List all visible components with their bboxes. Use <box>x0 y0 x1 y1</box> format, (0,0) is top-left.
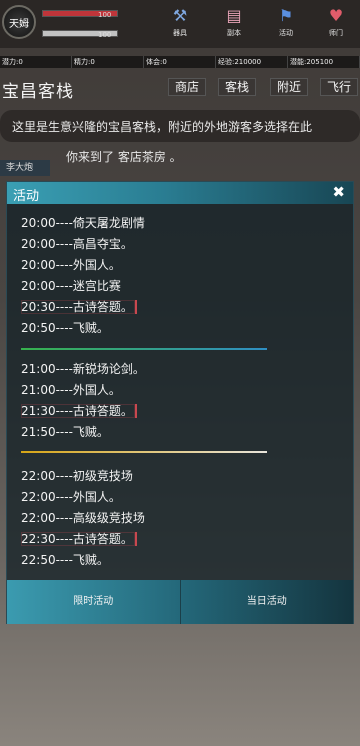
schedule-item: 21:30----古诗答题。 <box>21 401 145 422</box>
npc-entry[interactable]: 李大炮 <box>0 160 50 176</box>
nav-activity-label: 活动 <box>279 29 293 37</box>
schedule-item: 22:50----飞贼。 <box>21 553 109 567</box>
schedule-item: 22:00----外国人。 <box>21 490 121 504</box>
close-icon[interactable]: ✖ <box>332 183 345 201</box>
schedule-item-highlighted: 21:30----古诗答题。 <box>21 404 137 418</box>
scroll-icon: ▤ <box>226 6 242 25</box>
tab-today-activity[interactable]: 当日活动 <box>179 580 354 624</box>
schedule-item: 21:00----外国人。 <box>21 383 121 397</box>
nearby-button[interactable]: 附近 <box>270 78 309 96</box>
schedule-group-21: 21:00----新锐场论剑。 21:00----外国人。 21:30----古… <box>21 359 145 443</box>
player-name: 天姆 <box>9 18 29 30</box>
modal-header: 活动 ✖ <box>7 182 353 204</box>
schedule-item: 20:50----飞贼。 <box>21 321 109 335</box>
tab-limited-activity[interactable]: 限时活动 <box>7 580 180 624</box>
schedule-item: 20:00----倚天屠龙剧情 <box>21 216 145 230</box>
stat-latent: 潜能:205100 <box>288 56 360 68</box>
schedule-item: 21:50----飞贼。 <box>21 425 109 439</box>
separator-gold-white <box>21 451 267 453</box>
activity-modal: 活动 ✖ 20:00----倚天屠龙剧情 20:00----高昌夺宝。 20:0… <box>6 181 354 624</box>
stat-experience-gain: 体会:0 <box>144 56 216 68</box>
inn-button[interactable]: 客栈 <box>218 78 257 96</box>
shop-button[interactable]: 商店 <box>168 78 207 96</box>
stat-energy: 精力:0 <box>72 56 144 68</box>
stats-strip: 潜力:0 精力:0 体会:0 经验:210000 潜能:205100 <box>0 56 360 68</box>
hammer-anvil-icon: ⚒ <box>172 6 188 25</box>
nav-dungeon[interactable]: ▤ 副本 <box>214 6 254 38</box>
schedule-group-20: 20:00----倚天屠龙剧情 20:00----高昌夺宝。 20:00----… <box>21 213 145 339</box>
mp-value: 100 <box>98 31 112 39</box>
schedule-group-22: 22:00----初级竞技场 22:00----外国人。 22:00----高级… <box>21 466 145 571</box>
schedule-item-highlighted: 20:30----古诗答题。 <box>21 300 137 314</box>
schedule-item: 20:00----迷宫比赛 <box>21 279 121 293</box>
stat-experience: 经验:210000 <box>216 56 288 68</box>
nav-sect-label: 师门 <box>329 29 343 37</box>
stat-potential: 潜力:0 <box>0 56 72 68</box>
player-avatar[interactable]: 天姆 <box>2 5 36 39</box>
heart-icon: ♥ <box>328 6 344 25</box>
hp-value: 100 <box>98 11 112 19</box>
schedule-item: 20:00----外国人。 <box>21 258 121 272</box>
location-description: 这里是生意兴隆的宝昌客栈，附近的外地游客多选择在此 <box>0 110 360 142</box>
flag-icon: ⚑ <box>278 6 294 25</box>
separator-green-blue <box>21 348 267 350</box>
schedule-item: 22:30----古诗答题。 <box>21 529 145 550</box>
schedule-item: 20:00----高昌夺宝。 <box>21 237 133 251</box>
fly-button[interactable]: 飞行 <box>320 78 359 96</box>
location-title: 宝昌客栈 <box>2 82 74 102</box>
modal-title: 活动 <box>13 189 40 204</box>
top-bar: 天姆 100 100 ⚒ 器具 ▤ 副本 ⚑ 活动 ♥ 师门 <box>0 0 360 48</box>
schedule-item-highlighted: 22:30----古诗答题。 <box>21 532 137 546</box>
nav-dungeon-label: 副本 <box>227 29 241 37</box>
nav-activity[interactable]: ⚑ 活动 <box>266 6 306 38</box>
activity-tabs: 限时活动 当日活动 <box>7 580 353 624</box>
nav-tools-label: 器具 <box>173 29 187 37</box>
schedule-item: 22:00----高级级竞技场 <box>21 511 145 525</box>
schedule-item: 20:30----古诗答题。 <box>21 297 145 318</box>
nav-sect[interactable]: ♥ 师门 <box>316 6 356 38</box>
arrive-message: 你来到了 客店茶房 。 <box>66 150 182 164</box>
schedule-item: 21:00----新锐场论剑。 <box>21 362 145 376</box>
schedule-item: 22:00----初级竞技场 <box>21 469 133 483</box>
nav-tools[interactable]: ⚒ 器具 <box>160 6 200 38</box>
